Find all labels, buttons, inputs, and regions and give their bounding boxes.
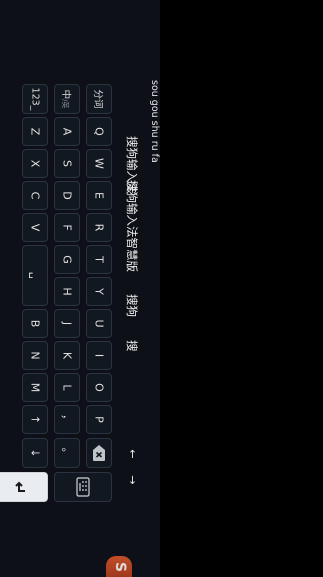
- numbers-key[interactable]: 123_: [22, 84, 48, 114]
- key-v[interactable]: V: [22, 213, 48, 242]
- key-k[interactable]: K: [54, 341, 80, 370]
- backspace-icon: [93, 445, 105, 461]
- key-h[interactable]: H: [54, 277, 80, 306]
- candidate-4[interactable]: 搜: [123, 340, 141, 352]
- key-r[interactable]: R: [86, 213, 112, 242]
- phone-screen: sou gou shu ru fa 搜狗输入法 搜狗输入法智慧版 搜狗 搜 ← …: [0, 0, 160, 577]
- candidate-bar: 搜狗输入法 搜狗输入法智慧版 搜狗 搜 ← → S: [106, 0, 146, 577]
- key-s[interactable]: S: [54, 149, 80, 178]
- key-o[interactable]: O: [86, 373, 112, 402]
- enter-icon: [15, 481, 25, 492]
- prev-page-arrow-icon[interactable]: ←: [123, 446, 141, 462]
- rotated-canvas: sou gou shu ru fa 搜狗输入法 搜狗输入法智慧版 搜狗 搜 ← …: [0, 0, 160, 577]
- up-arrow-key[interactable]: ↑: [22, 405, 48, 434]
- space-key[interactable]: ␣: [22, 245, 48, 306]
- key-c[interactable]: C: [22, 181, 48, 210]
- key-d[interactable]: D: [54, 181, 80, 210]
- key-u[interactable]: U: [86, 309, 112, 338]
- candidate-3[interactable]: 搜狗: [123, 294, 141, 317]
- key-y[interactable]: Y: [86, 277, 112, 306]
- key-period[interactable]: 。: [54, 438, 80, 468]
- key-b[interactable]: B: [22, 309, 48, 338]
- segment-key[interactable]: 分词: [86, 84, 112, 114]
- enter-key[interactable]: [0, 472, 48, 502]
- keyboard: 分词 Q W E R T Y U I O P 中/英 A S D F G H J…: [0, 0, 114, 577]
- down-arrow-key[interactable]: ↓: [22, 438, 48, 468]
- key-x[interactable]: X: [22, 149, 48, 178]
- lang-switch-key[interactable]: 中/英: [54, 84, 80, 114]
- key-l[interactable]: L: [54, 373, 80, 402]
- key-e[interactable]: E: [86, 181, 112, 210]
- key-n[interactable]: N: [22, 341, 48, 370]
- key-t[interactable]: T: [86, 245, 112, 274]
- key-a[interactable]: A: [54, 117, 80, 146]
- key-w[interactable]: W: [86, 149, 112, 178]
- backspace-key[interactable]: [86, 438, 112, 468]
- key-g[interactable]: G: [54, 245, 80, 274]
- next-page-arrow-icon[interactable]: →: [123, 472, 141, 488]
- key-f[interactable]: F: [54, 213, 80, 242]
- key-j[interactable]: J: [54, 309, 80, 338]
- key-q[interactable]: Q: [86, 117, 112, 146]
- key-comma[interactable]: ，: [54, 405, 80, 434]
- key-m[interactable]: M: [22, 373, 48, 402]
- hide-keyboard-key[interactable]: [54, 472, 112, 502]
- candidate-2[interactable]: 搜狗输入法智慧版: [123, 180, 141, 272]
- keyboard-icon: [76, 477, 90, 497]
- composition-text: sou gou shu ru fa: [149, 80, 160, 163]
- key-z[interactable]: Z: [22, 117, 48, 146]
- key-i[interactable]: I: [86, 341, 112, 370]
- key-p[interactable]: P: [86, 405, 112, 434]
